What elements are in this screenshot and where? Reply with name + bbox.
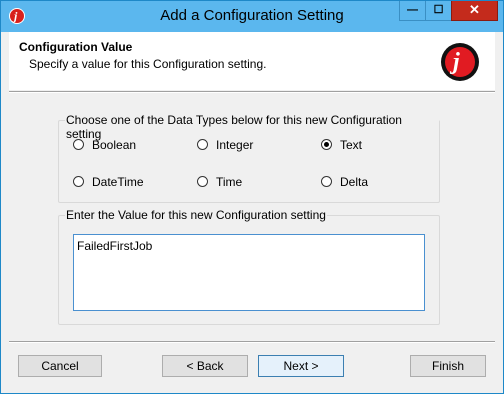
radio-label: Delta: [340, 175, 369, 189]
data-type-group-label: Choose one of the Data Types below for t…: [65, 113, 439, 141]
footer-divider: [9, 341, 495, 343]
value-input[interactable]: FailedFirstJob: [73, 234, 425, 311]
page-title: Configuration Value: [19, 40, 133, 54]
radio-label: DateTime: [92, 175, 144, 189]
brand-logo-inner: j: [445, 47, 475, 77]
radio-label: Time: [216, 175, 243, 189]
radio-button-icon[interactable]: [73, 176, 84, 187]
back-button[interactable]: < Back: [162, 355, 248, 377]
page-subtitle: Specify a value for this Configuration s…: [29, 57, 267, 71]
value-group-label: Enter the Value for this new Configurati…: [65, 208, 327, 222]
radio-label: Text: [340, 138, 363, 152]
close-button[interactable]: ✕: [451, 1, 498, 21]
radio-button-icon[interactable]: [321, 176, 332, 187]
minimize-button[interactable]: —: [399, 1, 426, 21]
header-divider: [9, 91, 495, 93]
radio-button-icon[interactable]: [197, 139, 208, 150]
next-button[interactable]: Next >: [258, 355, 344, 377]
wizard-header: Configuration Value Specify a value for …: [9, 32, 495, 90]
title-bar[interactable]: j Add a Configuration Setting — ☐ ✕: [1, 1, 503, 32]
radio-button-icon[interactable]: [197, 176, 208, 187]
data-type-group: Choose one of the Data Types below for t…: [58, 113, 440, 203]
brand-logo: j: [441, 43, 479, 81]
dialog-window: j Add a Configuration Setting — ☐ ✕ Conf…: [0, 0, 504, 394]
brand-logo-letter: j: [453, 49, 460, 75]
cancel-button[interactable]: Cancel: [18, 355, 102, 377]
maximize-button[interactable]: ☐: [425, 1, 452, 21]
radio-label: Integer: [216, 138, 254, 152]
radio-button-icon[interactable]: [73, 139, 84, 150]
radio-button-selected-icon[interactable]: [321, 139, 332, 150]
finish-button[interactable]: Finish: [410, 355, 486, 377]
radio-label: Boolean: [92, 138, 137, 152]
